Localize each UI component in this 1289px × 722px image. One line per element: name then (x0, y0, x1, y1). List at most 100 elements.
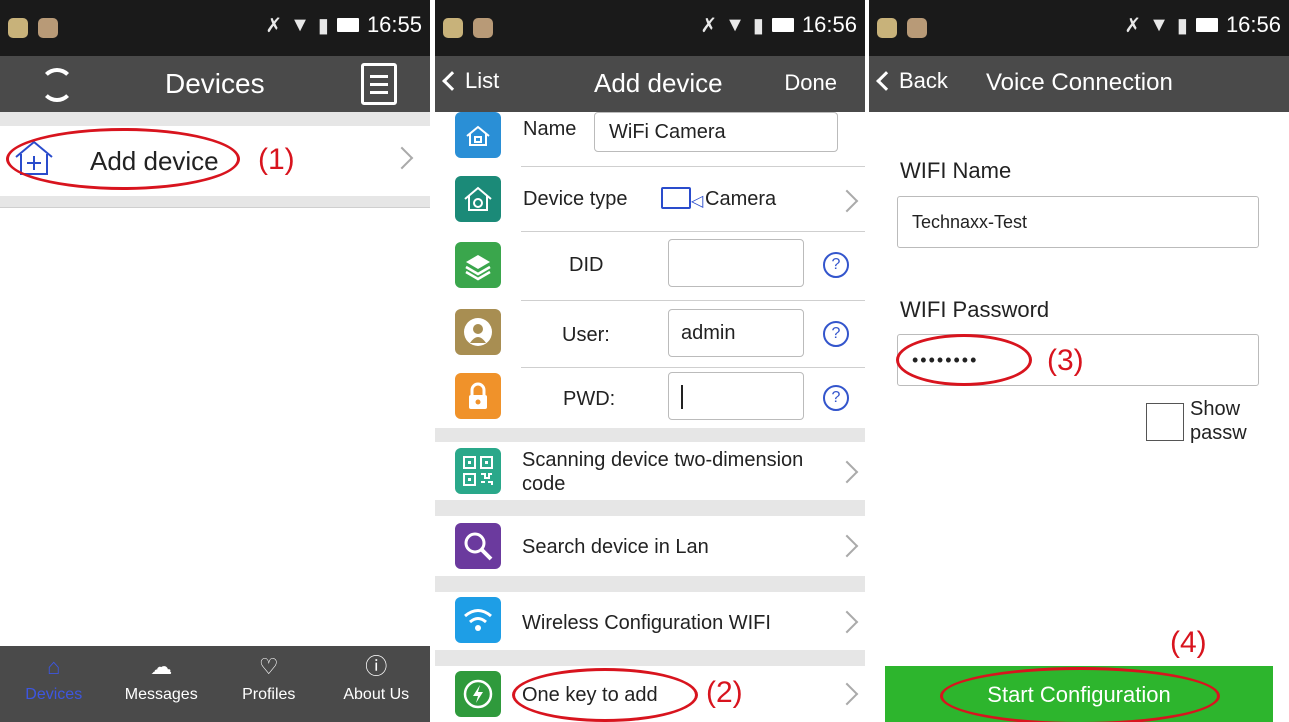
page-title: Add device (594, 68, 723, 98)
signal-icon: ▮ (317, 14, 329, 37)
device-type-row[interactable]: Device type ◁ Camera (435, 167, 865, 231)
notification-app-icon (443, 18, 463, 38)
back-button[interactable]: List (441, 68, 499, 94)
wifi-name-input[interactable]: Technaxx-Test (897, 196, 1259, 248)
pwd-help-icon[interactable]: ? (823, 385, 849, 411)
wireless-config-label: Wireless Configuration WIFI (522, 612, 771, 634)
annotation-4: (4) (1170, 626, 1207, 659)
back-button[interactable]: Back (875, 68, 948, 94)
lock-icon (455, 373, 501, 419)
pwd-input[interactable] (668, 372, 804, 420)
did-label: DID (569, 254, 604, 276)
voice-connection-screen: ✗ ▼ ▮ 16:56 Back Voice Connection WIFI N… (869, 0, 1289, 722)
search-icon (455, 523, 501, 569)
status-time: 16:56 (801, 12, 857, 37)
battery-icon (336, 18, 359, 32)
home-icon: ⌂ (47, 654, 61, 679)
status-bar: ✗ ▼ ▮ 16:55 (0, 0, 430, 56)
annotation-circle (940, 667, 1220, 722)
tab-profiles[interactable]: ♡ Profiles (215, 646, 323, 722)
chevron-right-icon (835, 189, 859, 213)
mute-icon: ✗ (1124, 14, 1142, 37)
annotation-3: (3) (1047, 344, 1084, 377)
info-icon: ⓘ (365, 654, 388, 679)
camera-home-icon (455, 176, 501, 222)
wifi-icon: ▼ (725, 13, 745, 36)
annotation-circle (6, 128, 240, 190)
status-bar: ✗ ▼ ▮ 16:56 (869, 0, 1289, 56)
title-bar: Back Voice Connection (869, 56, 1289, 112)
qr-code-icon (455, 448, 501, 494)
lightning-icon (455, 671, 501, 717)
signal-icon: ▮ (1176, 14, 1188, 37)
user-help-icon[interactable]: ? (823, 321, 849, 347)
chevron-right-icon (835, 682, 859, 706)
did-input[interactable] (668, 239, 804, 287)
notification-app-icon (907, 18, 927, 38)
name-row: Name WiFi Camera (435, 112, 865, 166)
title-bar: List Add device Done (435, 56, 865, 112)
tab-devices[interactable]: ⌂ Devices (0, 646, 108, 722)
annotation-1: (1) (258, 143, 295, 176)
mute-icon: ✗ (265, 14, 283, 37)
battery-icon (771, 18, 794, 32)
text-cursor (681, 385, 683, 409)
chevron-right-icon (835, 534, 859, 558)
scan-qr-row[interactable]: Scanning device two-dimension code (435, 442, 865, 500)
chevron-right-icon (390, 146, 414, 170)
status-bar: ✗ ▼ ▮ 16:56 (435, 0, 865, 56)
status-time: 16:55 (366, 12, 422, 37)
user-icon (455, 309, 501, 355)
list-icon[interactable] (361, 63, 397, 105)
did-help-icon[interactable]: ? (823, 252, 849, 278)
done-button[interactable]: Done (784, 70, 837, 96)
page-title: Voice Connection (986, 69, 1173, 96)
scan-qr-label: Scanning device two-dimension code (522, 449, 804, 495)
wifi-name-label: WIFI Name (900, 158, 1012, 183)
notification-app-icon (473, 18, 493, 38)
battery-icon (1195, 18, 1218, 32)
annotation-circle (512, 668, 698, 722)
devices-screen: ✗ ▼ ▮ 16:55 Devices Add device (1) ⌂ Dev… (0, 0, 430, 722)
add-device-screen: ✗ ▼ ▮ 16:56 List Add device Done Name Wi… (435, 0, 865, 722)
user-input[interactable]: admin (668, 309, 804, 357)
wireless-config-row[interactable]: Wireless Configuration WIFI (435, 592, 865, 650)
mute-icon: ✗ (700, 14, 718, 37)
search-lan-row[interactable]: Search device in Lan (435, 516, 865, 576)
page-title: Devices (165, 68, 265, 99)
notification-app-icon (877, 18, 897, 38)
wifi-icon: ▼ (290, 13, 310, 36)
search-lan-label: Search device in Lan (522, 536, 709, 558)
did-row: DID ? (435, 232, 865, 300)
notification-app-icon (38, 18, 58, 38)
user-label: User: (562, 324, 610, 346)
user-row: User: admin ? (435, 301, 865, 367)
annotation-2: (2) (706, 676, 743, 709)
layers-icon (455, 242, 501, 288)
annotation-circle (896, 334, 1032, 386)
refresh-icon[interactable] (40, 68, 74, 102)
chevron-left-icon (876, 71, 896, 91)
pwd-row: PWD: ? (435, 368, 865, 428)
title-bar: Devices (0, 56, 430, 112)
signal-icon: ▮ (752, 14, 764, 37)
chevron-left-icon (442, 71, 462, 91)
notification-app-icon (8, 18, 28, 38)
name-label: Name (523, 118, 577, 140)
show-password-label: Show passw (1190, 398, 1247, 444)
tab-messages[interactable]: ☁ Messages (108, 646, 216, 722)
camera-icon (661, 187, 691, 209)
show-password-checkbox[interactable] (1146, 403, 1184, 441)
bottom-tab-bar: ⌂ Devices ☁ Messages ♡ Profiles ⓘ About … (0, 646, 430, 722)
heart-icon: ♡ (258, 654, 279, 679)
name-input[interactable]: WiFi Camera (594, 112, 838, 152)
wifi-icon: ▼ (1149, 13, 1169, 36)
chevron-right-icon (835, 610, 859, 634)
tab-about-us[interactable]: ⓘ About Us (323, 646, 431, 722)
pwd-label: PWD: (563, 388, 616, 410)
status-time: 16:56 (1225, 12, 1281, 37)
cloud-icon: ☁ (150, 654, 173, 679)
home-icon (455, 112, 501, 158)
wifi-icon (455, 597, 501, 643)
device-type-value: Camera (705, 188, 777, 210)
